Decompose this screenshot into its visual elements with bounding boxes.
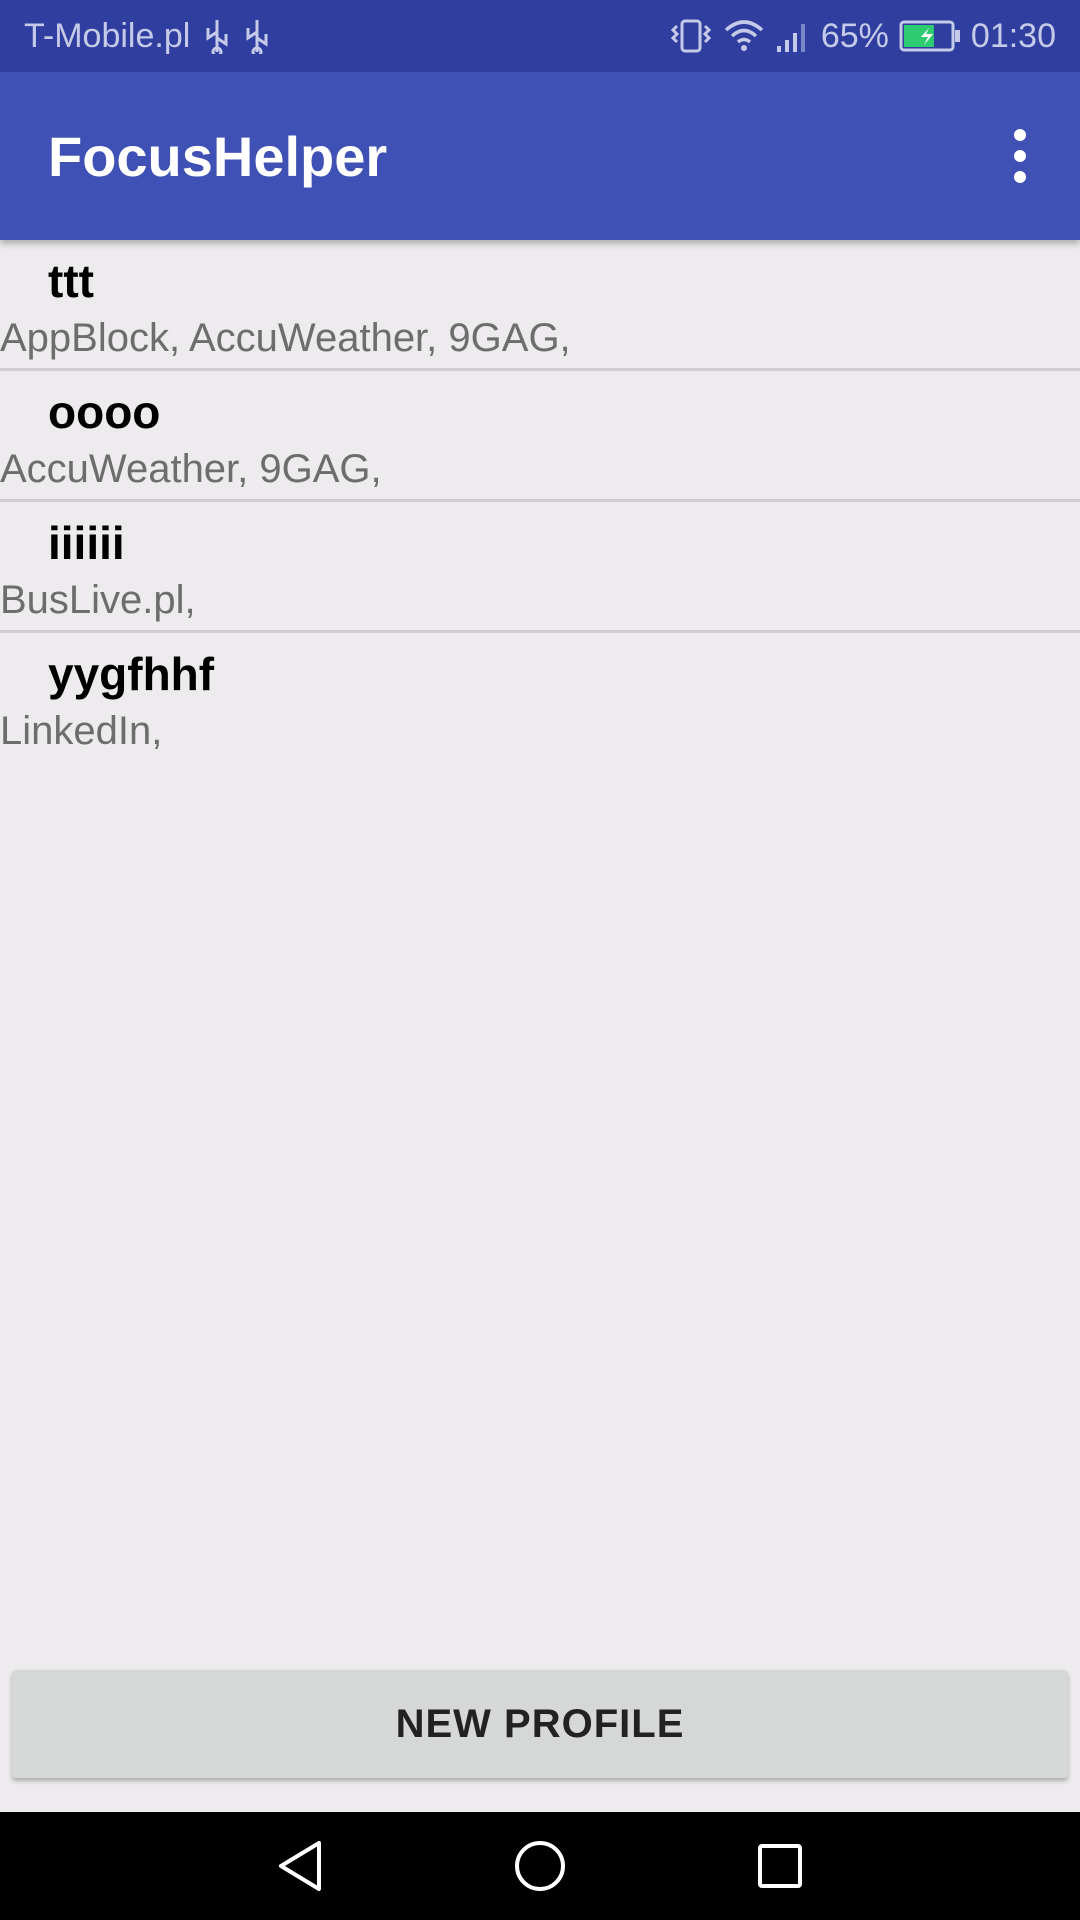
battery-charging-icon xyxy=(899,20,961,52)
back-icon[interactable] xyxy=(245,1821,355,1911)
list-item[interactable]: yygfhhf LinkedIn, xyxy=(0,633,1080,764)
list-item[interactable]: iiiiii BusLive.pl, xyxy=(0,502,1080,633)
home-icon[interactable] xyxy=(485,1821,595,1911)
usb-icon xyxy=(244,18,270,54)
usb-icon xyxy=(204,18,230,54)
app-bar: FocusHelper xyxy=(0,72,1080,240)
profile-name: yygfhhf xyxy=(48,648,215,700)
list-item[interactable]: ttt AppBlock, AccuWeather, 9GAG, xyxy=(0,240,1080,371)
list-item[interactable]: oooo AccuWeather, 9GAG, xyxy=(0,371,1080,502)
new-profile-button[interactable]: NEW PROFILE xyxy=(12,1670,1068,1778)
profile-apps: AccuWeather, 9GAG, xyxy=(0,447,382,491)
recents-icon[interactable] xyxy=(725,1821,835,1911)
carrier-label: T-Mobile.pl xyxy=(24,16,191,55)
clock: 01:30 xyxy=(970,16,1056,55)
more-vert-icon[interactable] xyxy=(990,106,1050,206)
profile-apps: BusLive.pl, xyxy=(0,578,196,622)
app-title: FocusHelper xyxy=(48,124,388,188)
signal-icon xyxy=(775,18,811,54)
vibrate-icon xyxy=(669,18,713,54)
wifi-icon xyxy=(723,18,765,54)
profile-name: iiiiii xyxy=(48,517,125,569)
profile-apps: LinkedIn, xyxy=(0,709,163,753)
menu-dot xyxy=(1014,171,1026,183)
profile-list: ttt AppBlock, AccuWeather, 9GAG, oooo Ac… xyxy=(0,240,1080,764)
nav-bar xyxy=(0,1812,1080,1920)
profile-apps: AppBlock, AccuWeather, 9GAG, xyxy=(0,316,571,360)
profile-name: ttt xyxy=(48,255,94,307)
profile-name: oooo xyxy=(48,386,161,438)
status-bar: T-Mobile.pl 65% 01:30 xyxy=(0,0,1080,72)
battery-percent: 65% xyxy=(820,16,889,55)
menu-dot xyxy=(1014,129,1026,141)
menu-dot xyxy=(1014,150,1026,162)
